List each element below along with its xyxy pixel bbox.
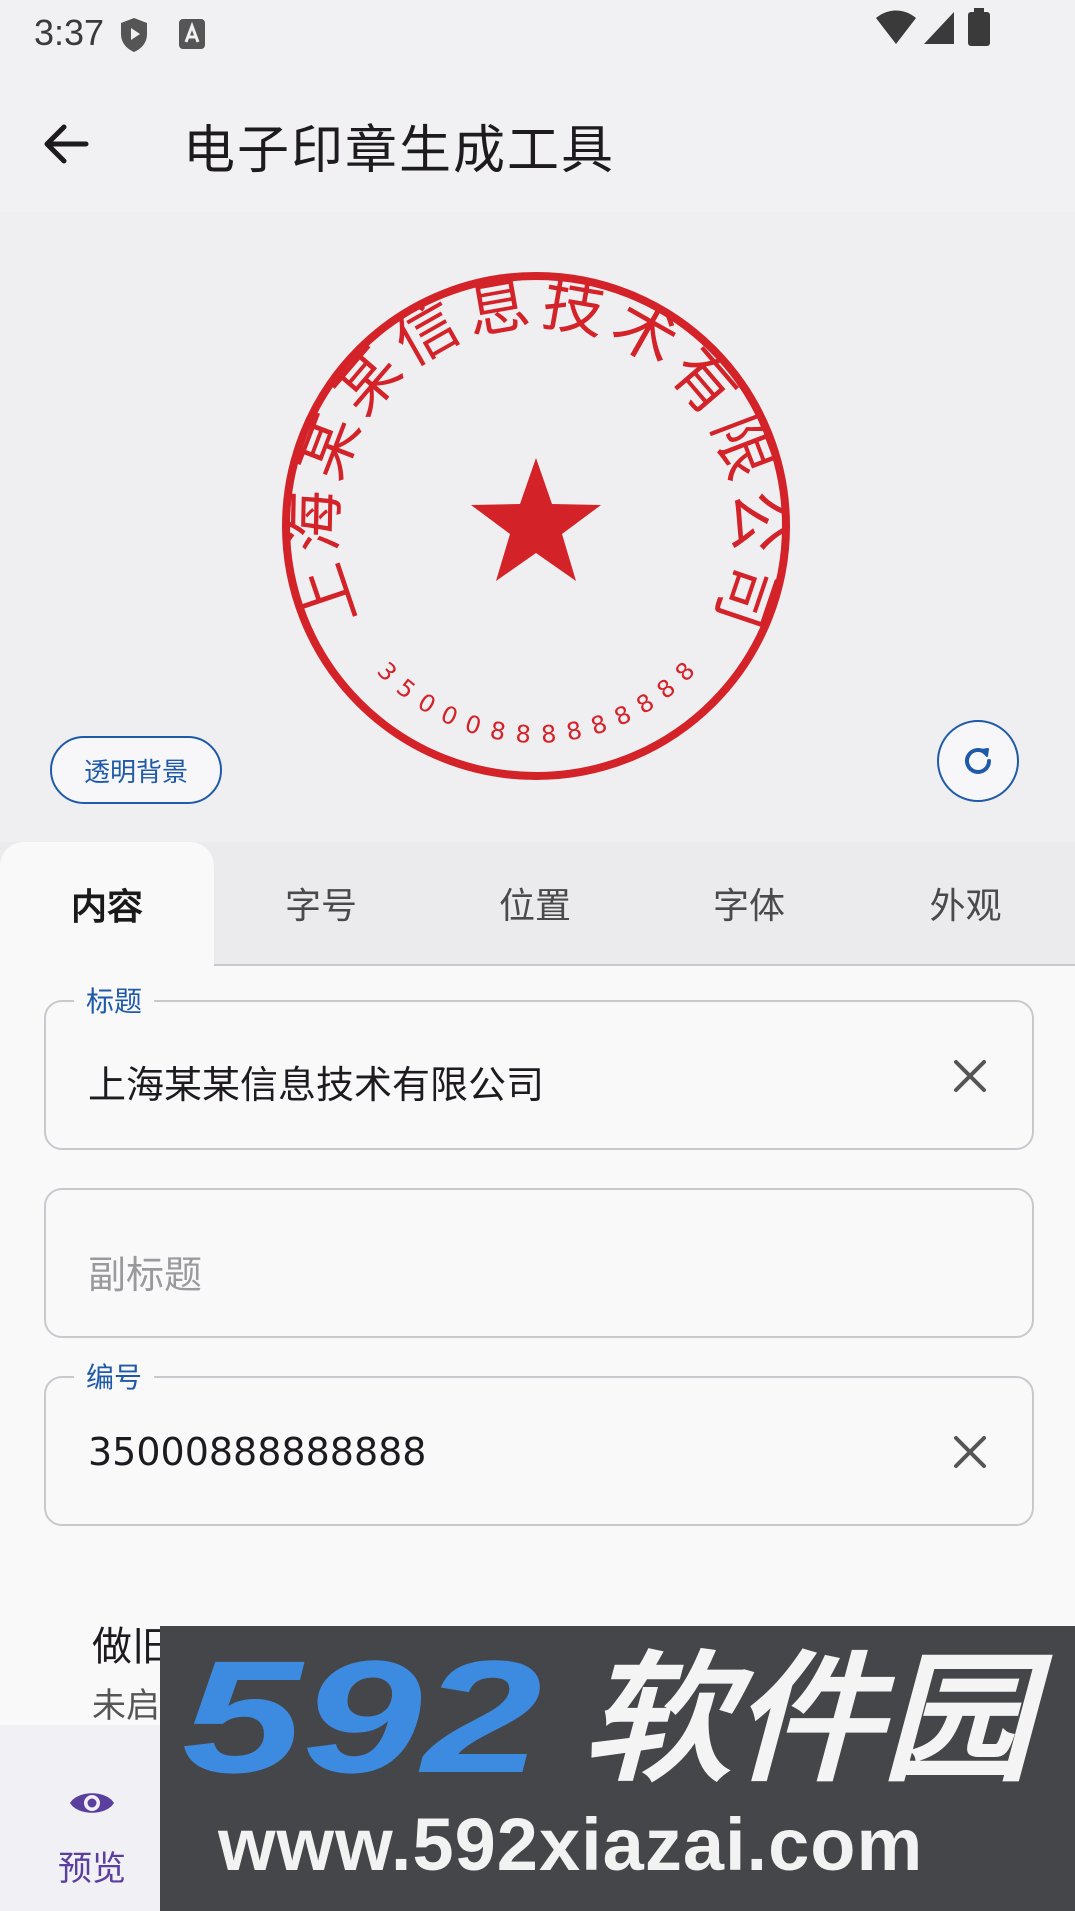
seal-image: 上海某某信息技术有限公司 35000888888888 xyxy=(277,266,795,780)
title-field-value[interactable]: 上海某某信息技术有限公司 xyxy=(88,1054,544,1109)
shield-icon xyxy=(118,16,150,58)
tab-position[interactable]: 位置 xyxy=(428,842,642,964)
battery-icon xyxy=(968,8,990,50)
close-icon xyxy=(954,1436,986,1468)
subtitle-field[interactable]: 副标题 xyxy=(44,1188,1034,1338)
nav-item-preview-label: 预览 xyxy=(58,1849,126,1889)
transparent-background-toggle[interactable]: 透明背景 xyxy=(50,736,222,804)
settings-tabs: 内容 字号 位置 字体 外观 xyxy=(0,842,1075,966)
watermark-logo-text: 软件园 xyxy=(582,1644,1053,1794)
seal-preview-area: 上海某某信息技术有限公司 35000888888888 透明背景 xyxy=(0,212,1075,842)
aging-effect-status: 未启 xyxy=(92,1686,160,1726)
app-bar: 电子印章生成工具 xyxy=(0,72,1075,212)
tab-font[interactable]: 字体 xyxy=(642,842,856,964)
tab-label: 字号 xyxy=(284,886,357,927)
clear-title-button[interactable] xyxy=(944,1050,996,1102)
arrow-back-icon xyxy=(44,124,89,164)
close-icon xyxy=(954,1060,986,1092)
status-time: 3:37 xyxy=(34,12,105,53)
number-field-value[interactable]: 35000888888888 xyxy=(88,1430,426,1474)
tab-label: 外观 xyxy=(929,886,1002,927)
tab-content[interactable]: 内容 xyxy=(0,842,214,966)
refresh-icon xyxy=(965,747,991,774)
eye-icon xyxy=(70,1793,114,1813)
watermark-overlay: 592 软件园 www.592xiazai.com xyxy=(160,1626,1075,1911)
refresh-button[interactable] xyxy=(937,720,1019,802)
tab-label: 位置 xyxy=(498,886,571,927)
title-field-label: 标题 xyxy=(74,980,155,1020)
watermark-logo: 592 软件园 xyxy=(182,1644,1053,1794)
transparent-background-label: 透明背景 xyxy=(83,757,188,788)
back-button[interactable] xyxy=(36,114,96,174)
clear-number-button[interactable] xyxy=(944,1426,996,1478)
signal-icon xyxy=(922,10,956,48)
tab-label: 内容 xyxy=(70,887,143,928)
page-title: 电子印章生成工具 xyxy=(183,121,616,181)
title-field[interactable]: 标题 上海某某信息技术有限公司 xyxy=(44,980,1034,1150)
subtitle-field-placeholder[interactable]: 副标题 xyxy=(88,1244,202,1299)
seal-code-text: 35000888888888 xyxy=(372,657,701,749)
star-icon xyxy=(471,458,601,581)
tab-label: 字体 xyxy=(712,886,785,927)
tab-appearance[interactable]: 外观 xyxy=(856,842,1075,964)
number-field-label: 编号 xyxy=(74,1356,155,1396)
status-bar: 3:37 xyxy=(0,0,1075,72)
watermark-url: www.592xiazai.com xyxy=(218,1803,924,1886)
nav-item-preview[interactable]: 预览 xyxy=(40,1765,140,1889)
seal-title-text: 上海某某信息技术有限公司 xyxy=(277,266,794,638)
tab-font-size[interactable]: 字号 xyxy=(214,842,428,964)
accessibility-a-icon xyxy=(178,18,206,54)
watermark-logo-digits: 592 xyxy=(182,1644,542,1794)
number-field[interactable]: 编号 35000888888888 xyxy=(44,1356,1034,1526)
wifi-icon xyxy=(874,10,918,50)
